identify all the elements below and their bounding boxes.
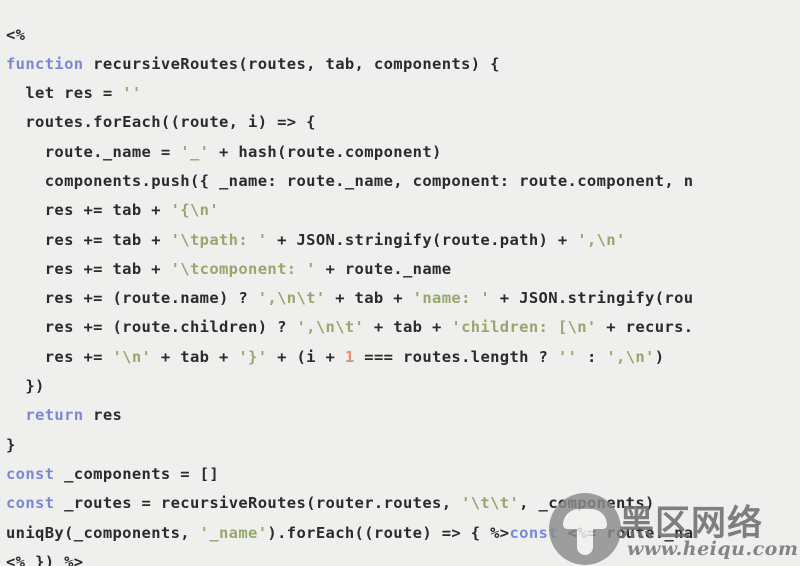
code-token-plain: ): [654, 347, 665, 366]
code-line: components.push({ _name: route._name, co…: [6, 167, 693, 196]
code-token-plain: ).forEach((route) => { %>: [267, 523, 510, 542]
code-token-plain: uniqBy(_components,: [6, 523, 200, 542]
code-token-plain: route._name =: [6, 142, 181, 161]
code-line: routes.forEach((route, i) => {: [6, 108, 693, 137]
code-line: const _components = []: [6, 460, 693, 489]
code-token-plain: res: [83, 406, 123, 425]
code-token-str: '\tcomponent: ': [170, 259, 316, 278]
code-line: res += tab + '{\n': [6, 196, 693, 225]
code-token-plain: , _components): [519, 494, 655, 513]
code-line: res += '\n' + tab + '}' + (i + 1 === rou…: [6, 343, 693, 372]
code-line: function recursiveRoutes(routes, tab, co…: [6, 50, 693, 79]
code-token-plain: recursiveRoutes(routes, tab, components)…: [83, 54, 500, 73]
code-token-plain: + tab +: [325, 289, 413, 308]
code-token-plain: res += (route.name) ?: [6, 289, 258, 308]
code-token-kw: function: [6, 54, 84, 73]
code-line: route._name = '_' + hash(route.component…: [6, 138, 693, 167]
code-token-str: ',\n\t': [296, 318, 365, 337]
code-line: res += tab + '\tpath: ' + JSON.stringify…: [6, 226, 693, 255]
code-token-plain: <%: [6, 25, 26, 44]
source-code-block[interactable]: <% function recursiveRoutes(routes, tab, …: [6, 21, 693, 566]
code-token-plain: + recurs.: [596, 318, 694, 337]
code-token-kw: const: [6, 494, 55, 513]
code-line: <%: [6, 21, 693, 50]
code-token-plain: res += tab +: [6, 201, 171, 220]
code-token-str: '{\n': [170, 201, 220, 220]
code-token-str: ',\n': [577, 230, 626, 249]
code-token-plain: res += (route.children) ?: [6, 318, 297, 337]
code-token-plain: + (i +: [267, 347, 345, 366]
code-line: res += tab + '\tcomponent: ' + route._na…: [6, 255, 693, 284]
code-token-str: 'children: [\n': [451, 318, 597, 337]
code-token-str: 'name: ': [412, 289, 491, 308]
code-token-str: ',\n': [606, 347, 655, 366]
code-token-str: '\n': [112, 347, 152, 366]
code-line: const _routes = recursiveRoutes(router.r…: [6, 489, 693, 518]
code-token-plain: _routes = recursiveRoutes(router.routes,: [54, 494, 462, 513]
code-token-plain: routes.forEach((route, i) => {: [6, 113, 316, 132]
code-token-plain: + JSON.stringify(route.path) +: [267, 230, 578, 249]
code-line: }): [6, 372, 693, 401]
code-token-plain: _components = []: [54, 464, 220, 483]
code-token-num: 1: [344, 347, 355, 366]
code-token-plain: res +=: [6, 347, 113, 366]
code-token-str: '}': [238, 347, 268, 366]
code-line: res += (route.name) ? ',\n\t' + tab + 'n…: [6, 284, 693, 313]
code-token-plain: }): [6, 377, 45, 396]
code-token-str: '_name': [199, 523, 268, 542]
code-token-plain: === routes.length ?: [354, 347, 558, 366]
code-token-plain: :: [577, 347, 607, 366]
code-token-plain: + tab +: [151, 347, 239, 366]
code-token-str: '\tpath: ': [170, 230, 268, 249]
code-token-plain: + tab +: [364, 318, 452, 337]
code-token-plain: components.push({ _name: route._name, co…: [6, 171, 694, 190]
code-line: let res = '': [6, 79, 693, 108]
code-token-str: '_': [180, 142, 210, 161]
code-token-plain: <% }) %>: [6, 552, 84, 566]
code-token-str: '\t\t': [461, 494, 520, 513]
code-token-kw: const: [509, 523, 558, 542]
code-line: uniqBy(_components, '_name').forEach((ro…: [6, 519, 693, 548]
code-line: return res: [6, 401, 693, 430]
code-token-plain: + hash(route.component): [209, 142, 442, 161]
code-token-str: '': [557, 347, 578, 366]
code-viewport[interactable]: <% function recursiveRoutes(routes, tab, …: [0, 0, 800, 566]
code-token-kw: return: [25, 406, 84, 425]
code-token-kw: const: [6, 464, 55, 483]
code-token-plain: }: [6, 435, 16, 454]
code-line: res += (route.children) ? ',\n\t' + tab …: [6, 313, 693, 342]
code-token-str: ',\n\t': [257, 289, 326, 308]
code-token-plain: let res =: [6, 84, 123, 103]
code-token-plain: res += tab +: [6, 259, 171, 278]
code-token-str: '': [122, 84, 142, 103]
code-line: }: [6, 431, 693, 460]
code-token-plain: res += tab +: [6, 230, 171, 249]
code-token-plain: + route._name: [315, 259, 452, 278]
code-token-plain: <%= route._na: [557, 523, 694, 542]
code-line: <% }) %>: [6, 548, 693, 566]
code-token-plain: + JSON.stringify(rou: [490, 289, 694, 308]
